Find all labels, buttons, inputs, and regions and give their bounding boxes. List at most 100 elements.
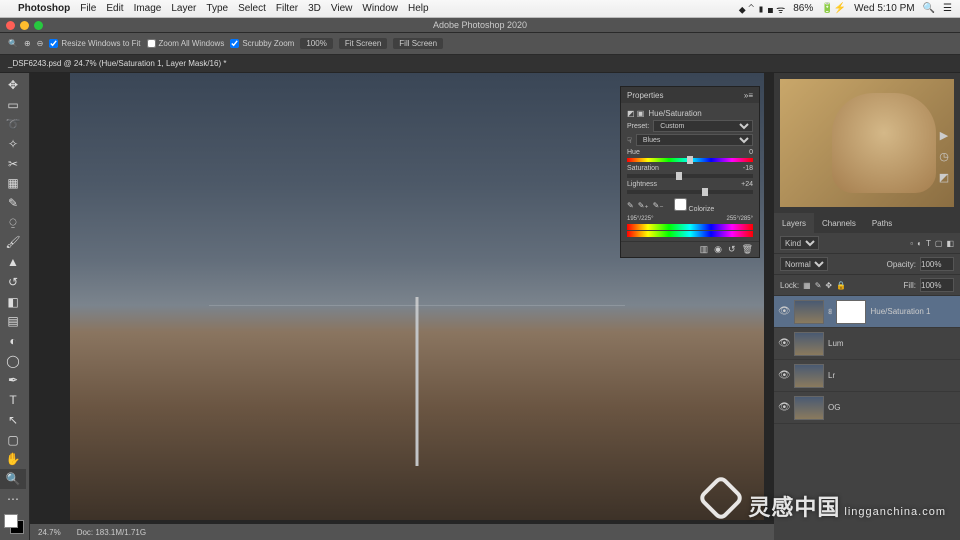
lock-all-icon[interactable]: 🔒 bbox=[836, 281, 846, 290]
marquee-tool[interactable]: ▭ bbox=[0, 95, 26, 115]
spotlight-icon[interactable]: 🔍 bbox=[923, 3, 935, 14]
type-tool[interactable]: T bbox=[0, 390, 26, 410]
filter-type-icon[interactable]: T bbox=[926, 239, 931, 248]
close-icon[interactable] bbox=[6, 21, 15, 30]
history-brush-tool[interactable]: ↺ bbox=[0, 272, 26, 292]
menu-filter[interactable]: Filter bbox=[276, 3, 298, 14]
eraser-tool[interactable]: ◧ bbox=[0, 292, 26, 312]
filter-adj-icon[interactable]: ◐ bbox=[917, 239, 922, 248]
trash-icon[interactable]: 🗑 bbox=[742, 244, 753, 255]
zoom-level[interactable]: 24.7% bbox=[38, 528, 61, 537]
layer-thumb[interactable] bbox=[794, 332, 824, 356]
pen-tool[interactable]: ✒ bbox=[0, 371, 26, 391]
lock-transparent-icon[interactable]: ▦ bbox=[803, 281, 811, 290]
zoom-out-icon[interactable]: ⊖ bbox=[37, 39, 44, 48]
tab-layers[interactable]: Layers bbox=[774, 213, 814, 233]
eyedropper-minus-icon[interactable]: ✎₋ bbox=[653, 201, 664, 210]
lasso-tool[interactable]: ➰ bbox=[0, 114, 26, 134]
menu-layer[interactable]: Layer bbox=[171, 3, 196, 14]
layer-name[interactable]: Lr bbox=[828, 371, 835, 380]
blur-tool[interactable]: ◐ bbox=[0, 331, 26, 351]
menu-help[interactable]: Help bbox=[408, 3, 429, 14]
brush-tool[interactable]: 🖌 bbox=[0, 233, 26, 253]
filter-pixel-icon[interactable]: ▫ bbox=[910, 239, 913, 248]
hand-tool[interactable]: ✋ bbox=[0, 449, 26, 469]
zoom-all-checkbox[interactable]: Zoom All Windows bbox=[147, 39, 225, 48]
zoom-100-button[interactable]: 100% bbox=[300, 38, 332, 49]
menu-image[interactable]: Image bbox=[134, 3, 162, 14]
resize-windows-checkbox[interactable]: Resize Windows to Fit bbox=[49, 39, 140, 48]
preset-select[interactable]: Custom bbox=[653, 120, 753, 132]
layer-thumb[interactable] bbox=[794, 396, 824, 420]
layer-row[interactable]: 👁 OG bbox=[774, 392, 960, 424]
maximize-icon[interactable] bbox=[34, 21, 43, 30]
layer-name[interactable]: Hue/Saturation 1 bbox=[870, 307, 930, 316]
filter-kind[interactable]: Kind bbox=[780, 236, 819, 250]
notif-icon[interactable]: ☰ bbox=[943, 3, 952, 14]
reset-icon[interactable]: ↺ bbox=[728, 244, 736, 255]
clock-icon[interactable]: ◷ bbox=[939, 150, 949, 163]
window-controls[interactable] bbox=[6, 21, 43, 30]
minimize-icon[interactable] bbox=[20, 21, 29, 30]
zoom-in-icon[interactable]: ⊕ bbox=[24, 39, 31, 48]
layer-row[interactable]: 👁Lum bbox=[774, 328, 960, 360]
visibility-icon[interactable]: 👁 bbox=[778, 306, 790, 317]
link-icon[interactable]: 𝟠 bbox=[828, 308, 832, 316]
shape-tool[interactable]: ▢ bbox=[0, 430, 26, 450]
frame-tool[interactable]: ▦ bbox=[0, 174, 26, 194]
layer-name[interactable]: OG bbox=[828, 403, 840, 412]
play-icon[interactable]: ▶ bbox=[940, 129, 948, 142]
menu-edit[interactable]: Edit bbox=[106, 3, 123, 14]
eyedropper-icon[interactable]: ✎ bbox=[627, 201, 634, 210]
gradient-tool[interactable]: ▤ bbox=[0, 311, 26, 331]
opacity-input[interactable] bbox=[920, 257, 954, 271]
fit-screen-button[interactable]: Fit Screen bbox=[339, 38, 387, 49]
menu-view[interactable]: View bbox=[331, 3, 353, 14]
visibility-icon[interactable]: 👁 bbox=[778, 338, 790, 349]
stamp-tool[interactable]: ▲ bbox=[0, 252, 26, 272]
healing-tool[interactable]: ⍜ bbox=[0, 213, 26, 233]
lock-position-icon[interactable]: ✥ bbox=[825, 281, 832, 290]
menu-3d[interactable]: 3D bbox=[308, 3, 321, 14]
layer-row[interactable]: 👁 𝟠 Hue/Saturation 1 bbox=[774, 296, 960, 328]
scrubby-zoom-checkbox[interactable]: Scrubby Zoom bbox=[230, 39, 294, 48]
layer-row[interactable]: 👁 Lr bbox=[774, 360, 960, 392]
menu-type[interactable]: Type bbox=[206, 3, 228, 14]
zoom-tool-icon[interactable]: 🔍 bbox=[8, 39, 18, 48]
layer-thumb[interactable] bbox=[794, 364, 824, 388]
foreground-color[interactable] bbox=[4, 514, 18, 528]
eyedropper-plus-icon[interactable]: ✎₊ bbox=[638, 201, 649, 210]
dodge-tool[interactable]: ◯ bbox=[0, 351, 26, 371]
more-tools[interactable]: ⋯ bbox=[0, 489, 26, 509]
document-tab[interactable]: _DSF6243.psd @ 24.7% (Hue/Saturation 1, … bbox=[0, 55, 960, 73]
color-swatches[interactable] bbox=[4, 514, 24, 534]
lock-pixels-icon[interactable]: ✎ bbox=[815, 281, 822, 290]
visibility-icon[interactable]: 👁 bbox=[778, 402, 790, 413]
colorize-checkbox[interactable]: Colorize bbox=[674, 198, 715, 213]
menu-file[interactable]: File bbox=[80, 3, 96, 14]
visibility-icon[interactable]: 👁 bbox=[778, 370, 790, 381]
layer-thumb[interactable] bbox=[794, 300, 824, 324]
path-tool[interactable]: ↖ bbox=[0, 410, 26, 430]
adjustments-icon[interactable]: ◩ bbox=[939, 171, 949, 184]
fill-screen-button[interactable]: Fill Screen bbox=[393, 38, 443, 49]
tab-channels[interactable]: Channels bbox=[814, 213, 864, 233]
filter-smart-icon[interactable]: ◧ bbox=[946, 239, 954, 248]
app-menu[interactable]: Photoshop bbox=[18, 3, 70, 14]
saturation-slider[interactable]: Saturation-18 bbox=[627, 165, 753, 178]
view-prev-icon[interactable]: ◉ bbox=[714, 244, 722, 255]
hue-slider[interactable]: Hue0 bbox=[627, 149, 753, 162]
menu-select[interactable]: Select bbox=[238, 3, 266, 14]
hand-target-icon[interactable]: ☟ bbox=[627, 136, 632, 145]
color-range-slider[interactable] bbox=[627, 224, 753, 230]
eyedropper-tool[interactable]: ✎ bbox=[0, 193, 26, 213]
tab-paths[interactable]: Paths bbox=[864, 213, 900, 233]
filter-shape-icon[interactable]: ▢ bbox=[935, 239, 943, 248]
clip-icon[interactable]: ▥ bbox=[700, 244, 709, 255]
wand-tool[interactable]: ✧ bbox=[0, 134, 26, 154]
move-tool[interactable]: ✥ bbox=[0, 75, 26, 95]
color-range-slider-2[interactable] bbox=[627, 231, 753, 237]
blend-mode[interactable]: Normal bbox=[780, 257, 828, 271]
zoom-tool[interactable]: 🔍 bbox=[0, 469, 26, 489]
crop-tool[interactable]: ✂ bbox=[0, 154, 26, 174]
